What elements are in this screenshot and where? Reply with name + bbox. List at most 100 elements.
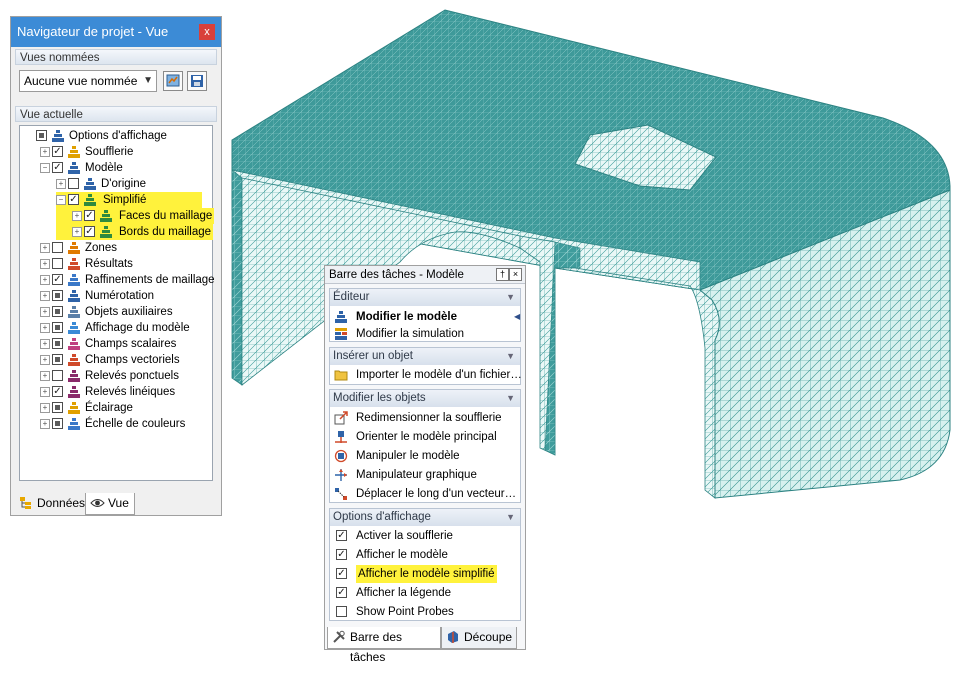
- expand-icon[interactable]: +: [40, 355, 50, 365]
- checkbox-afficher-modele-simplifie[interactable]: ✓: [336, 568, 347, 579]
- tree-item-5[interactable]: + ✓ Faces du maillage: [20, 208, 215, 224]
- navigator-titlebar[interactable]: Navigateur de projet - Vue x: [11, 17, 221, 47]
- taskbar-titlebar[interactable]: Barre des tâches - Modèle † ×: [325, 266, 525, 284]
- tree-item-8[interactable]: + Résultats: [20, 256, 212, 272]
- tab-vue-label: Vue: [108, 496, 129, 510]
- tree-item-2[interactable]: − ✓ Modèle: [20, 160, 212, 176]
- tree-checkbox[interactable]: [52, 402, 63, 413]
- tree-item-13[interactable]: + Champs scalaires: [20, 336, 212, 352]
- pin-icon[interactable]: †: [496, 268, 509, 281]
- checkbox-show-point-probes[interactable]: [336, 606, 347, 617]
- clipping-icon: [448, 631, 458, 643]
- tree-checkbox[interactable]: ✓: [68, 194, 79, 205]
- tree-item-12[interactable]: + Affichage du modèle: [20, 320, 212, 336]
- collapse-icon[interactable]: −: [40, 163, 50, 173]
- project-navigator-panel: Navigateur de projet - Vue x Vues nommée…: [10, 16, 222, 516]
- model-display-icon: [68, 322, 80, 334]
- tab-barre-des-taches[interactable]: Barre des tâches: [327, 627, 441, 664]
- chevron-down-icon: ▼: [506, 292, 515, 302]
- tree-checkbox[interactable]: [68, 178, 79, 189]
- group-modifier-heading[interactable]: Modifier les objets ▼: [330, 390, 520, 407]
- expand-icon[interactable]: +: [40, 371, 50, 381]
- move-vector-icon: [335, 488, 347, 500]
- tree-checkbox[interactable]: [52, 418, 63, 429]
- tree-checkbox[interactable]: [52, 258, 63, 269]
- save-icon: [191, 75, 203, 87]
- tree-checkbox[interactable]: ✓: [52, 386, 63, 397]
- named-views-select[interactable]: Aucune vue nommée ▼: [19, 70, 157, 92]
- tree-item-7[interactable]: + Zones: [20, 240, 212, 256]
- tree-checkbox[interactable]: ✓: [84, 226, 95, 237]
- tree-checkbox[interactable]: ✓: [52, 274, 63, 285]
- tree-item-17[interactable]: + Éclairage: [20, 400, 212, 416]
- expand-icon[interactable]: +: [40, 419, 50, 429]
- scalar-fields-icon: [68, 338, 80, 350]
- tree-checkbox[interactable]: ✓: [52, 162, 63, 173]
- tree-item-6[interactable]: + ✓ Bords du maillage: [20, 224, 214, 240]
- tree-item-label: Champs vectoriels: [85, 354, 180, 366]
- tree-item-3[interactable]: + D'origine: [20, 176, 212, 192]
- tree-item-16[interactable]: + ✓ Relevés linéiques: [20, 384, 212, 400]
- tree-checkbox[interactable]: [52, 354, 63, 365]
- tree-checkbox[interactable]: [52, 290, 63, 301]
- tree-checkbox[interactable]: [36, 130, 47, 141]
- expand-icon[interactable]: +: [40, 403, 50, 413]
- tree-checkbox[interactable]: [52, 322, 63, 333]
- checkbox-afficher-modele[interactable]: ✓: [336, 549, 347, 560]
- collapse-icon[interactable]: −: [56, 195, 66, 205]
- expand-icon[interactable]: +: [40, 243, 50, 253]
- expand-icon[interactable]: +: [72, 227, 82, 237]
- expand-icon[interactable]: +: [40, 307, 50, 317]
- tree-item-0[interactable]: Options d'affichage: [20, 128, 212, 144]
- save-view-button[interactable]: [187, 71, 207, 91]
- wind-tunnel-icon: [68, 146, 80, 158]
- apply-view-button[interactable]: [163, 71, 183, 91]
- tree-checkbox[interactable]: [52, 306, 63, 317]
- expand-icon[interactable]: +: [40, 339, 50, 349]
- tree-checkbox[interactable]: [52, 370, 63, 381]
- chevron-down-icon: ▼: [143, 75, 153, 86]
- tab-donnees[interactable]: Données: [15, 493, 85, 515]
- current-view-tree[interactable]: Options d'affichage + ✓ Soufflerie − ✓ Modèle +…: [19, 125, 215, 481]
- expand-icon[interactable]: +: [40, 259, 50, 269]
- checkbox-activer-soufflerie[interactable]: ✓: [336, 530, 347, 541]
- close-icon[interactable]: ×: [509, 268, 522, 281]
- manipuler-modele-label: Manipuler le modèle: [356, 450, 460, 462]
- tree-item-9[interactable]: + ✓ Raffinements de maillage: [20, 272, 215, 288]
- tree-item-14[interactable]: + Champs vectoriels: [20, 352, 212, 368]
- tree-item-15[interactable]: + Relevés ponctuels: [20, 368, 212, 384]
- group-inserer-heading[interactable]: Insérer un objet ▼: [330, 348, 520, 365]
- expand-icon[interactable]: +: [40, 323, 50, 333]
- tree-checkbox[interactable]: ✓: [84, 210, 95, 221]
- importer-modele-label: Importer le modèle d'un fichier…: [356, 369, 522, 381]
- expand-icon[interactable]: +: [40, 275, 50, 285]
- close-icon[interactable]: x: [199, 24, 215, 40]
- checkbox-afficher-legende[interactable]: ✓: [336, 587, 347, 598]
- navigator-tabbar: Données Vue: [11, 493, 221, 515]
- tab-decoupe-label: Découpe: [464, 630, 513, 644]
- expand-icon[interactable]: +: [56, 179, 66, 189]
- simplified-model-icon: [84, 194, 96, 206]
- tree-item-label: Résultats: [85, 258, 133, 270]
- group-options-affichage: Options d'affichage ▼ ✓ Activer la souff…: [329, 508, 521, 621]
- tree-checkbox[interactable]: [52, 242, 63, 253]
- tree-item-4[interactable]: − ✓ Simplifié: [20, 192, 212, 208]
- tree-item-18[interactable]: + Échelle de couleurs: [20, 416, 212, 432]
- tree-item-11[interactable]: + Objets auxiliaires: [20, 304, 212, 320]
- tree-checkbox[interactable]: [52, 338, 63, 349]
- tree-item-10[interactable]: + Numérotation: [20, 288, 212, 304]
- expand-icon[interactable]: +: [40, 291, 50, 301]
- afficher-legende-label: Afficher la légende: [356, 587, 452, 599]
- expand-icon[interactable]: +: [40, 147, 50, 157]
- afficher-modele-label: Afficher le modèle: [356, 549, 448, 561]
- expand-icon[interactable]: +: [40, 387, 50, 397]
- tree-item-1[interactable]: + ✓ Soufflerie: [20, 144, 212, 160]
- tree-item-label: Échelle de couleurs: [85, 418, 186, 430]
- tree-item-label: Éclairage: [85, 402, 133, 414]
- tree-checkbox[interactable]: ✓: [52, 146, 63, 157]
- tab-vue[interactable]: Vue: [85, 493, 135, 515]
- group-options-heading[interactable]: Options d'affichage ▼: [330, 509, 520, 526]
- expand-icon[interactable]: +: [72, 211, 82, 221]
- tab-decoupe[interactable]: Découpe: [441, 627, 517, 649]
- group-editeur-heading[interactable]: Éditeur ▼: [330, 289, 520, 306]
